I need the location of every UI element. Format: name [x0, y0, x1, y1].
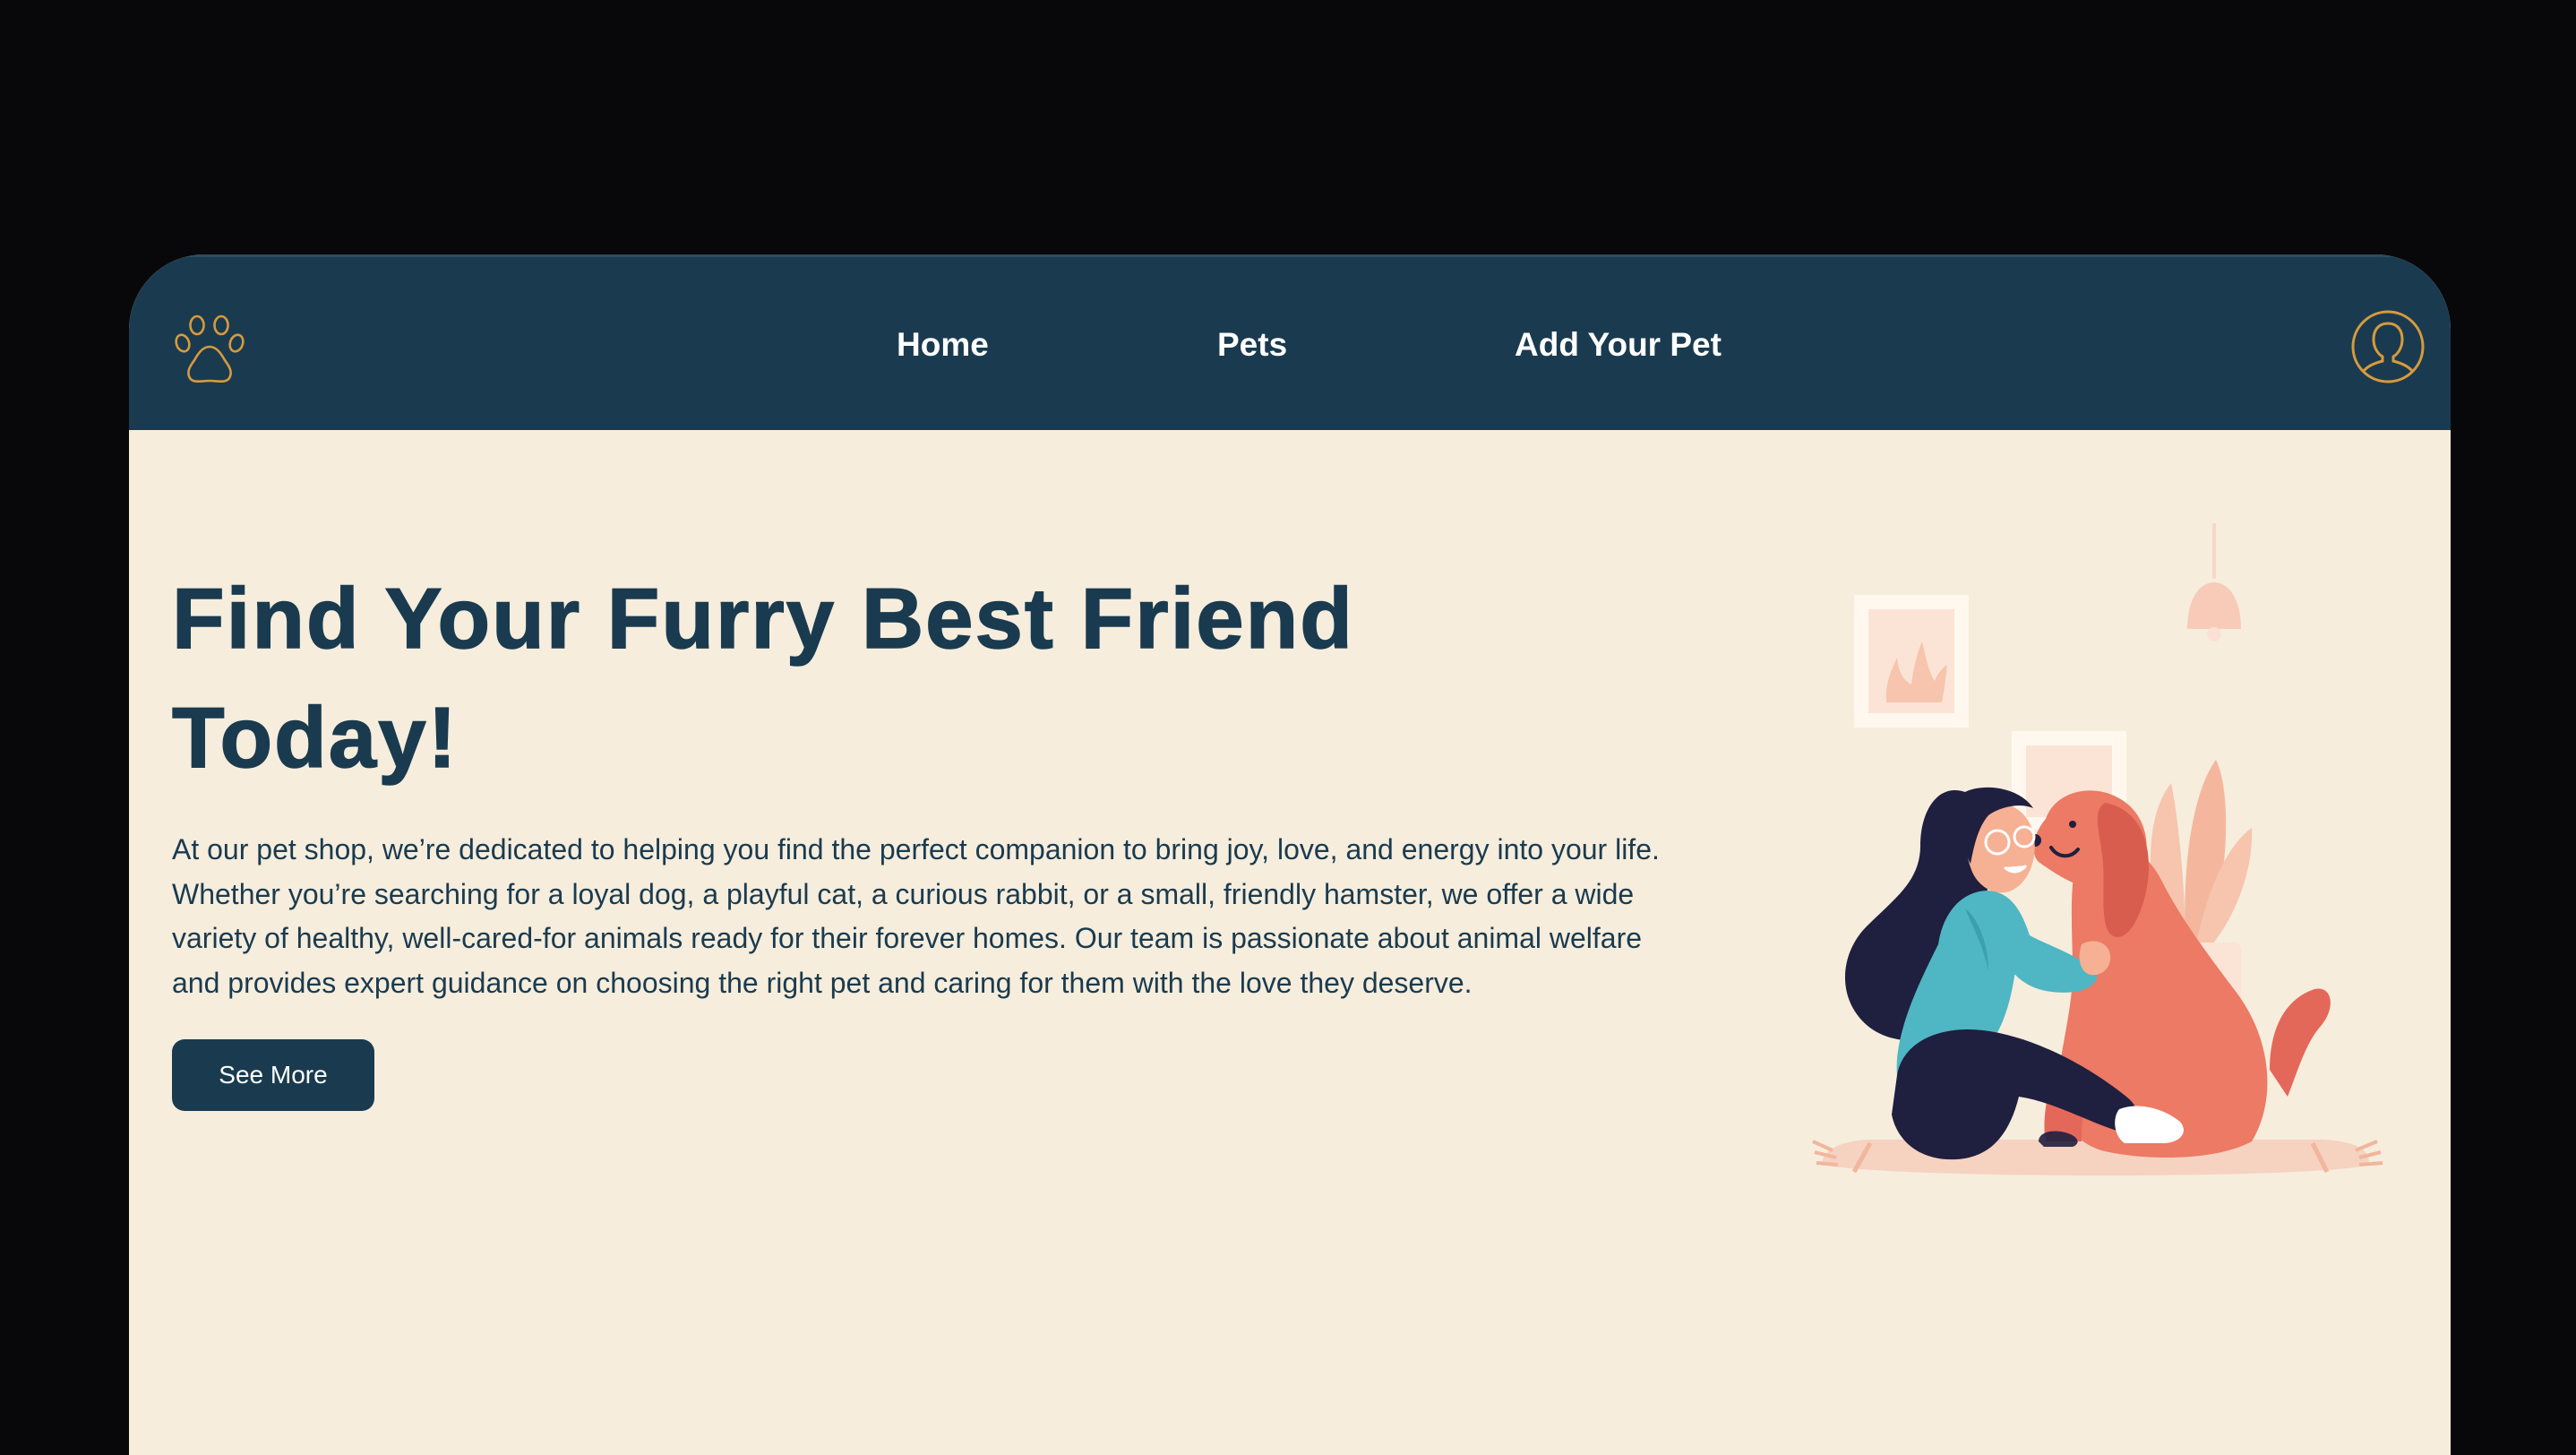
hero-description: At our pet shop, we’re dedicated to help… — [172, 833, 1660, 999]
app-window: Home Pets Add Your Pet Find Your Furry B… — [129, 254, 2451, 1455]
woman-hugging-dog-illustration — [1812, 523, 2383, 1175]
nav-link-pets[interactable]: Pets — [1217, 327, 1287, 363]
nav-links: Home Pets Add Your Pet — [129, 257, 2451, 433]
nav-link-home[interactable]: Home — [897, 327, 989, 363]
nav-link-add-your-pet[interactable]: Add Your Pet — [1515, 327, 1722, 363]
hero-title: Find Your Furry Best Friend Today! — [171, 570, 1354, 787]
navbar: Home Pets Add Your Pet — [129, 254, 2451, 430]
user-icon[interactable] — [2350, 309, 2426, 384]
see-more-button[interactable]: See More — [172, 1039, 374, 1111]
